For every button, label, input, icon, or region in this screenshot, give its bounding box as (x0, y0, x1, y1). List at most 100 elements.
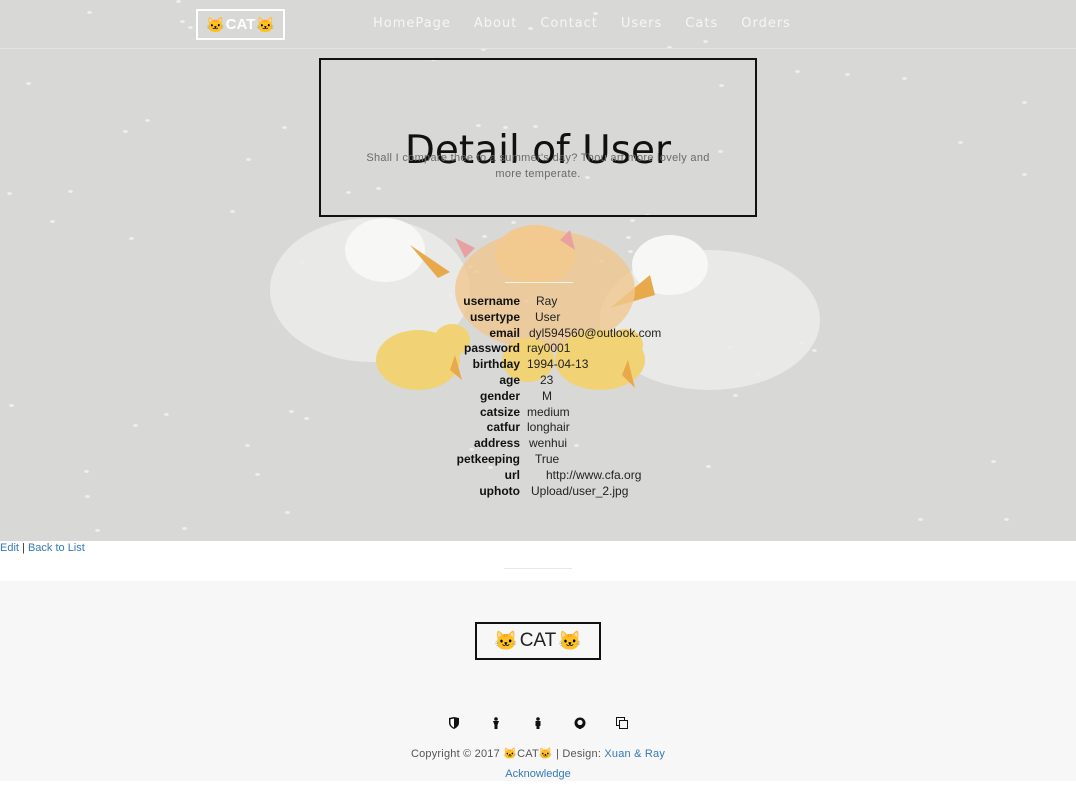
detail-key: age (499, 372, 520, 387)
nav-item-cats[interactable]: Cats (685, 16, 718, 31)
detail-row: gender M (440, 389, 740, 405)
main-nav: HomePage About Contact Users Cats Orders (373, 16, 791, 31)
detail-value: Upload/user_2.jpg (531, 483, 629, 498)
snow-speck (703, 40, 708, 43)
nav-item-users[interactable]: Users (621, 16, 662, 31)
copyright-brand: CAT (517, 748, 539, 760)
edit-link[interactable]: Edit (0, 542, 19, 554)
detail-row: address wenhui (440, 436, 740, 452)
user-details-list: username Ray usertype User email dyl594560@ou… (440, 294, 740, 499)
nav-item-orders[interactable]: Orders (741, 16, 791, 31)
back-to-list-link[interactable]: Back to List (28, 542, 85, 554)
detail-value: medium (527, 404, 570, 419)
detail-value: ray0001 (527, 341, 571, 356)
snow-speck (68, 190, 73, 193)
snow-speck (991, 460, 996, 463)
cat-emoji-icon: 🐱 (494, 631, 518, 652)
snow-speck (1022, 173, 1027, 176)
cat-emoji-icon: 🐱 (205, 16, 225, 34)
shield-icon[interactable] (446, 716, 462, 730)
github-icon[interactable] (572, 716, 588, 730)
designers-link[interactable]: Xuan & Ray (604, 748, 665, 760)
snow-speck (84, 470, 89, 473)
snow-speck (255, 473, 260, 476)
cat-emoji-icon: 🐱 (256, 16, 276, 34)
detail-row: password ray0001 (440, 341, 740, 357)
detail-value: User (535, 309, 561, 324)
snow-speck (145, 119, 150, 122)
footer-logo-text: CAT (519, 630, 557, 651)
nav-divider (0, 48, 1076, 49)
snow-speck (133, 424, 138, 427)
details-divider (505, 282, 573, 283)
actions-separator: | (22, 542, 25, 554)
snow-speck (1004, 518, 1009, 521)
snow-speck (188, 26, 193, 29)
detail-row: catsize medium (440, 405, 740, 421)
detail-value: 1994-04-13 (527, 357, 589, 372)
detail-row: age 23 (440, 373, 740, 389)
detail-key: uphoto (479, 483, 520, 498)
actions-bar: Edit | Back to List (0, 542, 85, 554)
detail-value: 23 (540, 372, 554, 387)
snow-speck (958, 141, 963, 144)
copyright: Copyright © 2017 🐱CAT🐱 | Design: Xuan & … (0, 747, 1076, 760)
snow-speck (1022, 101, 1027, 104)
footer-logo: 🐱 CAT 🐱 (475, 622, 601, 660)
detail-value: Ray (536, 294, 558, 308)
detail-key: username (463, 294, 520, 308)
social-links (446, 716, 630, 730)
detail-row: username Ray (440, 294, 740, 310)
detail-key: password (463, 341, 520, 356)
snow-speck (230, 210, 235, 213)
snow-speck (129, 237, 134, 240)
snow-speck (845, 73, 850, 76)
detail-value: http://www.cfa.org (546, 467, 642, 482)
nav-item-contact[interactable]: Contact (540, 16, 598, 31)
detail-value: M (542, 388, 552, 403)
detail-key: url (504, 467, 520, 482)
snow-speck (87, 11, 92, 14)
logo-text: CAT (225, 16, 256, 33)
content-divider (504, 568, 572, 569)
detail-row: uphoto Upload/user_2.jpg (440, 484, 740, 500)
snow-speck (95, 529, 100, 532)
snow-speck (26, 82, 31, 85)
detail-value: True (535, 451, 560, 466)
detail-key: gender (479, 388, 520, 403)
detail-value: dyl594560@outlook.com (529, 325, 662, 340)
detail-row: usertype User (440, 310, 740, 326)
copy-icon[interactable] (614, 716, 630, 730)
snow-speck (795, 70, 800, 73)
snow-speck (7, 192, 12, 195)
title-box: Detail of User Shall I compare thee to a… (319, 58, 757, 217)
brand-logo[interactable]: 🐱 CAT 🐱 (196, 9, 285, 40)
person-icon[interactable] (488, 716, 504, 730)
acknowledge-row: Acknowledge (0, 768, 1076, 780)
detail-value: wenhui (529, 436, 568, 451)
page-subtitle: Shall I compare thee to a summer's day? … (366, 152, 710, 180)
person-icon[interactable] (530, 716, 546, 730)
footer: 🐱 CAT 🐱 Copyright © 2017 🐱CAT🐱 | Design: X… (0, 581, 1076, 781)
snow-speck (123, 130, 128, 133)
acknowledge-link[interactable]: Acknowledge (505, 768, 570, 780)
snow-speck (180, 20, 185, 23)
nav-item-about[interactable]: About (474, 16, 517, 31)
detail-key: petkeeping (456, 451, 520, 466)
cat-emoji-icon: 🐱 (538, 748, 553, 760)
snow-speck (182, 527, 187, 530)
detail-key: email (489, 325, 520, 340)
design-label: | Design: (556, 748, 602, 760)
nav-item-homepage[interactable]: HomePage (373, 16, 451, 31)
snow-speck (902, 77, 907, 80)
detail-key: catsize (479, 404, 520, 419)
detail-row: petkeeping True (440, 452, 740, 468)
detail-value: longhair (527, 420, 570, 435)
detail-row: url http://www.cfa.org (440, 468, 740, 484)
detail-key: usertype (469, 309, 520, 324)
cat-emoji-icon: 🐱 (503, 748, 518, 760)
snow-speck (85, 495, 90, 498)
detail-row: birthday 1994-04-13 (440, 357, 740, 373)
cat-emoji-icon: 🐱 (558, 631, 582, 652)
snow-speck (176, 0, 181, 3)
